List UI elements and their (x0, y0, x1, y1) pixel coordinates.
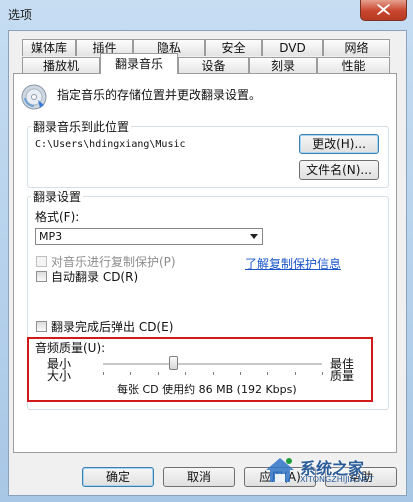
watermark-logo-icon (266, 458, 294, 482)
eject-checkbox[interactable] (36, 321, 47, 332)
format-value: MP3 (39, 230, 63, 243)
rip-path: C:\Users\hdingxiang\Music (35, 139, 186, 150)
cancel-button[interactable]: 取消 (163, 467, 235, 487)
panel-description: 指定音乐的存储位置并更改翻录设置。 (57, 88, 262, 102)
close-button[interactable] (360, 0, 407, 21)
watermark-url: XITONGZHIJIA.NET (300, 475, 374, 484)
auto-rip-label: 自动翻录 CD(R) (51, 270, 139, 284)
quality-slider-thumb[interactable] (169, 356, 178, 370)
tab-network[interactable]: 网络 (323, 39, 390, 56)
format-label: 格式(F): (35, 210, 80, 224)
tab-burn[interactable]: 刻录 (249, 57, 317, 74)
chevron-down-icon (250, 234, 258, 239)
eject-label: 翻录完成后弹出 CD(E) (51, 320, 174, 334)
filename-button[interactable]: 文件名(N)... (299, 160, 379, 180)
tab-library[interactable]: 媒体库 (22, 39, 76, 56)
rip-settings-label: 翻录设置 (31, 188, 84, 205)
tab-security[interactable]: 安全 (205, 39, 262, 56)
ok-button[interactable]: 确定 (82, 467, 154, 487)
format-select[interactable]: MP3 (35, 228, 263, 245)
highlight-box (27, 337, 373, 402)
change-location-button[interactable]: 更改(H)... (299, 134, 379, 154)
close-icon (377, 4, 390, 15)
window-title: 选项 (8, 8, 33, 22)
tab-rip-music[interactable]: 翻录音乐 (100, 53, 178, 74)
location-group-label: 翻录音乐到此位置 (31, 118, 132, 135)
tab-player[interactable]: 播放机 (22, 57, 100, 74)
cd-music-icon (21, 84, 47, 110)
copy-protect-info-link[interactable]: 了解复制保护信息 (245, 255, 341, 272)
tab-devices[interactable]: 设备 (178, 57, 249, 74)
tab-performance[interactable]: 性能 (317, 57, 390, 74)
window-frame: 选项 媒体库 插件 隐私 安全 DVD 网络 播放机 翻录音乐 设备 刻录 性能… (0, 0, 413, 502)
tab-dvd[interactable]: DVD (262, 39, 323, 56)
auto-rip-checkbox[interactable] (36, 271, 47, 282)
copy-protect-checkbox[interactable] (36, 256, 47, 267)
